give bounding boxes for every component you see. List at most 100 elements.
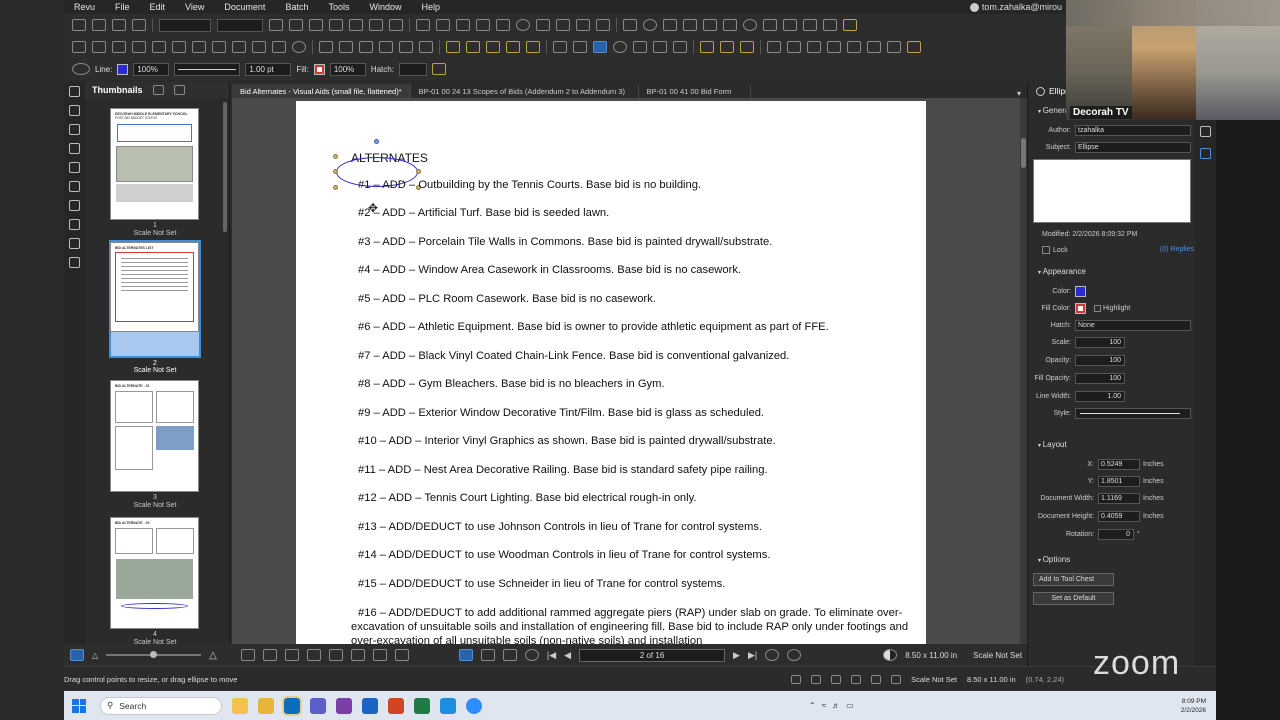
menu-help[interactable]: Help bbox=[411, 2, 450, 12]
battery-icon[interactable]: ▭ bbox=[846, 701, 854, 710]
markup-icon[interactable] bbox=[851, 674, 862, 684]
sync-icon[interactable] bbox=[891, 674, 902, 684]
teams-icon[interactable] bbox=[310, 697, 326, 714]
callout-icon[interactable] bbox=[663, 19, 677, 31]
measure-polylength-icon[interactable] bbox=[132, 41, 146, 53]
select-icon[interactable] bbox=[480, 649, 495, 661]
markups-list-icon[interactable] bbox=[1200, 126, 1211, 137]
distribute-icon[interactable] bbox=[720, 41, 734, 53]
zoom-app-icon[interactable] bbox=[466, 697, 482, 714]
document-viewer[interactable]: ALTERNATES ✥ #1 – ADD – Outbuilding by t… bbox=[232, 98, 1027, 644]
line-opacity-field[interactable]: 100% bbox=[133, 62, 170, 76]
stamp-icon[interactable] bbox=[763, 19, 777, 31]
text-color-icon[interactable] bbox=[329, 19, 343, 31]
slider-knob[interactable] bbox=[150, 651, 158, 658]
menu-tools[interactable]: Tools bbox=[318, 2, 359, 12]
document-width-field[interactable]: 1.1169 bbox=[1098, 493, 1140, 504]
subject-field[interactable]: Ellipse bbox=[1075, 142, 1191, 153]
tab-bid-alternates[interactable]: Bid Alternates - Visual Aids (small file… bbox=[232, 84, 411, 98]
word-icon[interactable] bbox=[362, 697, 378, 714]
undo-icon[interactable] bbox=[767, 41, 781, 53]
line-tool-icon[interactable] bbox=[416, 19, 430, 31]
next-view-icon[interactable] bbox=[787, 649, 802, 661]
fit-page-icon[interactable] bbox=[653, 41, 667, 53]
underline-icon[interactable] bbox=[309, 19, 323, 31]
zoom-in-icon[interactable]: △ bbox=[209, 650, 217, 661]
highlight-icon[interactable] bbox=[843, 19, 857, 31]
ellipse-shape-icon[interactable] bbox=[72, 63, 90, 75]
snapshot-icon[interactable] bbox=[92, 41, 106, 53]
tab-scopes-of-bids[interactable]: BP-01 00 24 13 Scopes of Bids (Addendum … bbox=[411, 84, 639, 98]
spaces-panel-icon[interactable] bbox=[69, 238, 80, 249]
page-setup-icon[interactable] bbox=[372, 649, 387, 661]
grid-icon[interactable] bbox=[791, 674, 802, 684]
properties-extra-icon[interactable] bbox=[431, 63, 446, 75]
section-layout[interactable]: ▾ Layout bbox=[1038, 440, 1067, 449]
copy-icon[interactable] bbox=[827, 41, 841, 53]
open-icon[interactable] bbox=[92, 19, 106, 31]
text-select-icon[interactable] bbox=[502, 649, 517, 661]
compare-icon[interactable] bbox=[419, 41, 433, 53]
zoom-icon[interactable] bbox=[613, 41, 627, 53]
section-options[interactable]: ▾ Options bbox=[1038, 555, 1070, 564]
section-appearance[interactable]: ▾ Appearance bbox=[1038, 267, 1086, 276]
rotation-field[interactable]: 0 bbox=[1098, 529, 1134, 540]
new-document-icon[interactable] bbox=[72, 19, 86, 31]
bookmarks-panel-icon[interactable] bbox=[69, 143, 80, 154]
menu-document[interactable]: Document bbox=[214, 2, 275, 12]
document-height-field[interactable]: 0.4059 bbox=[1098, 511, 1140, 522]
comment-textarea[interactable] bbox=[1033, 159, 1191, 223]
thumbnail-filter-icon[interactable] bbox=[173, 85, 185, 95]
taskbar-search[interactable]: ⚲ Search bbox=[100, 696, 222, 715]
compare-view-icon[interactable] bbox=[328, 649, 343, 661]
select-tool-icon[interactable] bbox=[72, 41, 86, 53]
measure-volume-icon[interactable] bbox=[192, 41, 206, 53]
add-to-tool-chest-button[interactable]: Add to Tool Chest bbox=[1033, 573, 1114, 586]
align-center-icon[interactable] bbox=[369, 19, 383, 31]
onenote-icon[interactable] bbox=[336, 697, 352, 714]
first-page-icon[interactable]: |◀ bbox=[547, 650, 556, 661]
thumbnail-options-icon[interactable] bbox=[152, 85, 164, 95]
dimension-tool-icon[interactable] bbox=[476, 19, 490, 31]
thumbnails-scrollbar[interactable] bbox=[223, 102, 227, 232]
color-swatch[interactable] bbox=[1075, 286, 1086, 297]
menu-edit[interactable]: Edit bbox=[140, 2, 176, 12]
cut-icon[interactable] bbox=[807, 41, 821, 53]
measure-arc-icon[interactable] bbox=[252, 41, 266, 53]
tab-bid-form[interactable]: BP-01 00 41 00 Bid Form bbox=[639, 84, 751, 98]
flatten-icon[interactable] bbox=[506, 41, 520, 53]
align-left-icon[interactable] bbox=[349, 19, 363, 31]
line-style-select[interactable] bbox=[174, 62, 241, 76]
typewriter-icon[interactable] bbox=[683, 19, 697, 31]
fill-opacity-field[interactable]: 100 bbox=[1075, 373, 1125, 384]
y-field[interactable]: 1.8501 bbox=[1098, 476, 1140, 487]
italic-icon[interactable] bbox=[289, 19, 303, 31]
note-icon[interactable] bbox=[643, 19, 657, 31]
delete-icon[interactable] bbox=[887, 41, 901, 53]
group-icon[interactable] bbox=[466, 41, 480, 53]
opacity-field[interactable]: 100 bbox=[1075, 355, 1125, 366]
properties-gear-icon[interactable] bbox=[1200, 148, 1211, 159]
user-account[interactable]: tom.zahalka@mirou bbox=[969, 2, 1066, 12]
text-box-icon[interactable] bbox=[623, 19, 637, 31]
rectangle-tool-icon[interactable] bbox=[496, 19, 510, 31]
menu-batch[interactable]: Batch bbox=[275, 2, 318, 12]
replies-link[interactable]: (0) Replies bbox=[1160, 246, 1194, 253]
layers-panel-icon[interactable] bbox=[69, 124, 80, 135]
resize-handle[interactable] bbox=[333, 154, 338, 159]
paste-icon[interactable] bbox=[847, 41, 861, 53]
taskbar-clock[interactable]: 8:09 PM 2/2/2026 bbox=[1181, 697, 1206, 715]
set-as-default-button[interactable]: Set as Default bbox=[1033, 592, 1114, 605]
resize-handle[interactable] bbox=[333, 185, 338, 190]
next-page-icon[interactable]: ▶ bbox=[733, 650, 740, 661]
thumbnail-page-3[interactable]: BID ALTERNATE - 01 bbox=[110, 380, 199, 492]
font-size-select[interactable] bbox=[217, 18, 263, 32]
line-color-swatch[interactable] bbox=[117, 63, 129, 75]
count-icon[interactable] bbox=[272, 41, 286, 53]
warning-icon[interactable] bbox=[907, 41, 921, 53]
menu-view[interactable]: View bbox=[175, 2, 214, 12]
sketch-tool-icon[interactable] bbox=[596, 19, 610, 31]
zoom-rect-icon[interactable] bbox=[633, 41, 647, 53]
continuous-icon[interactable] bbox=[262, 649, 277, 661]
fill-color-swatch[interactable] bbox=[1075, 303, 1086, 314]
